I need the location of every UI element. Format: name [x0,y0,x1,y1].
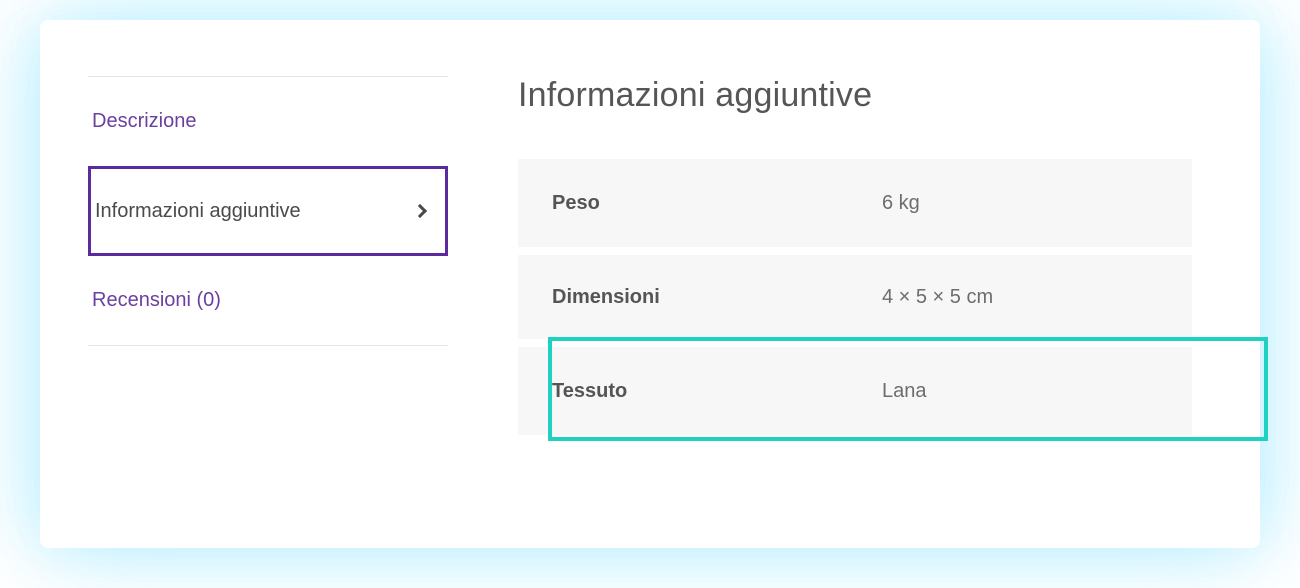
attr-val: Lana [882,343,1192,435]
attr-val: 4 × 5 × 5 cm [882,251,1192,343]
product-tabs: Descrizione Informazioni aggiuntive Rece… [88,76,448,492]
table-row-highlighted: Tessuto Lana [518,343,1192,435]
attributes-table-wrap: Peso 6 kg Dimensioni 4 × 5 × 5 cm Tessut… [518,159,1192,435]
attr-key: Dimensioni [518,251,882,343]
tab-description[interactable]: Descrizione [88,76,448,166]
attr-key: Peso [518,159,882,251]
additional-info-panel: Informazioni aggiuntive Peso 6 kg Dimens… [448,76,1192,492]
panel-heading: Informazioni aggiuntive [518,76,1192,115]
tab-label: Informazioni aggiuntive [95,200,301,223]
attr-key: Tessuto [518,343,882,435]
chevron-right-icon [413,204,427,218]
tab-label: Recensioni (0) [92,289,221,312]
tab-label: Descrizione [92,110,196,133]
tab-reviews[interactable]: Recensioni (0) [88,256,448,346]
table-row: Dimensioni 4 × 5 × 5 cm [518,251,1192,343]
tab-additional-info[interactable]: Informazioni aggiuntive [88,166,448,256]
attr-val: 6 kg [882,159,1192,251]
table-row: Peso 6 kg [518,159,1192,251]
product-info-card: Descrizione Informazioni aggiuntive Rece… [60,40,1240,528]
attributes-table: Peso 6 kg Dimensioni 4 × 5 × 5 cm Tessut… [518,159,1192,435]
